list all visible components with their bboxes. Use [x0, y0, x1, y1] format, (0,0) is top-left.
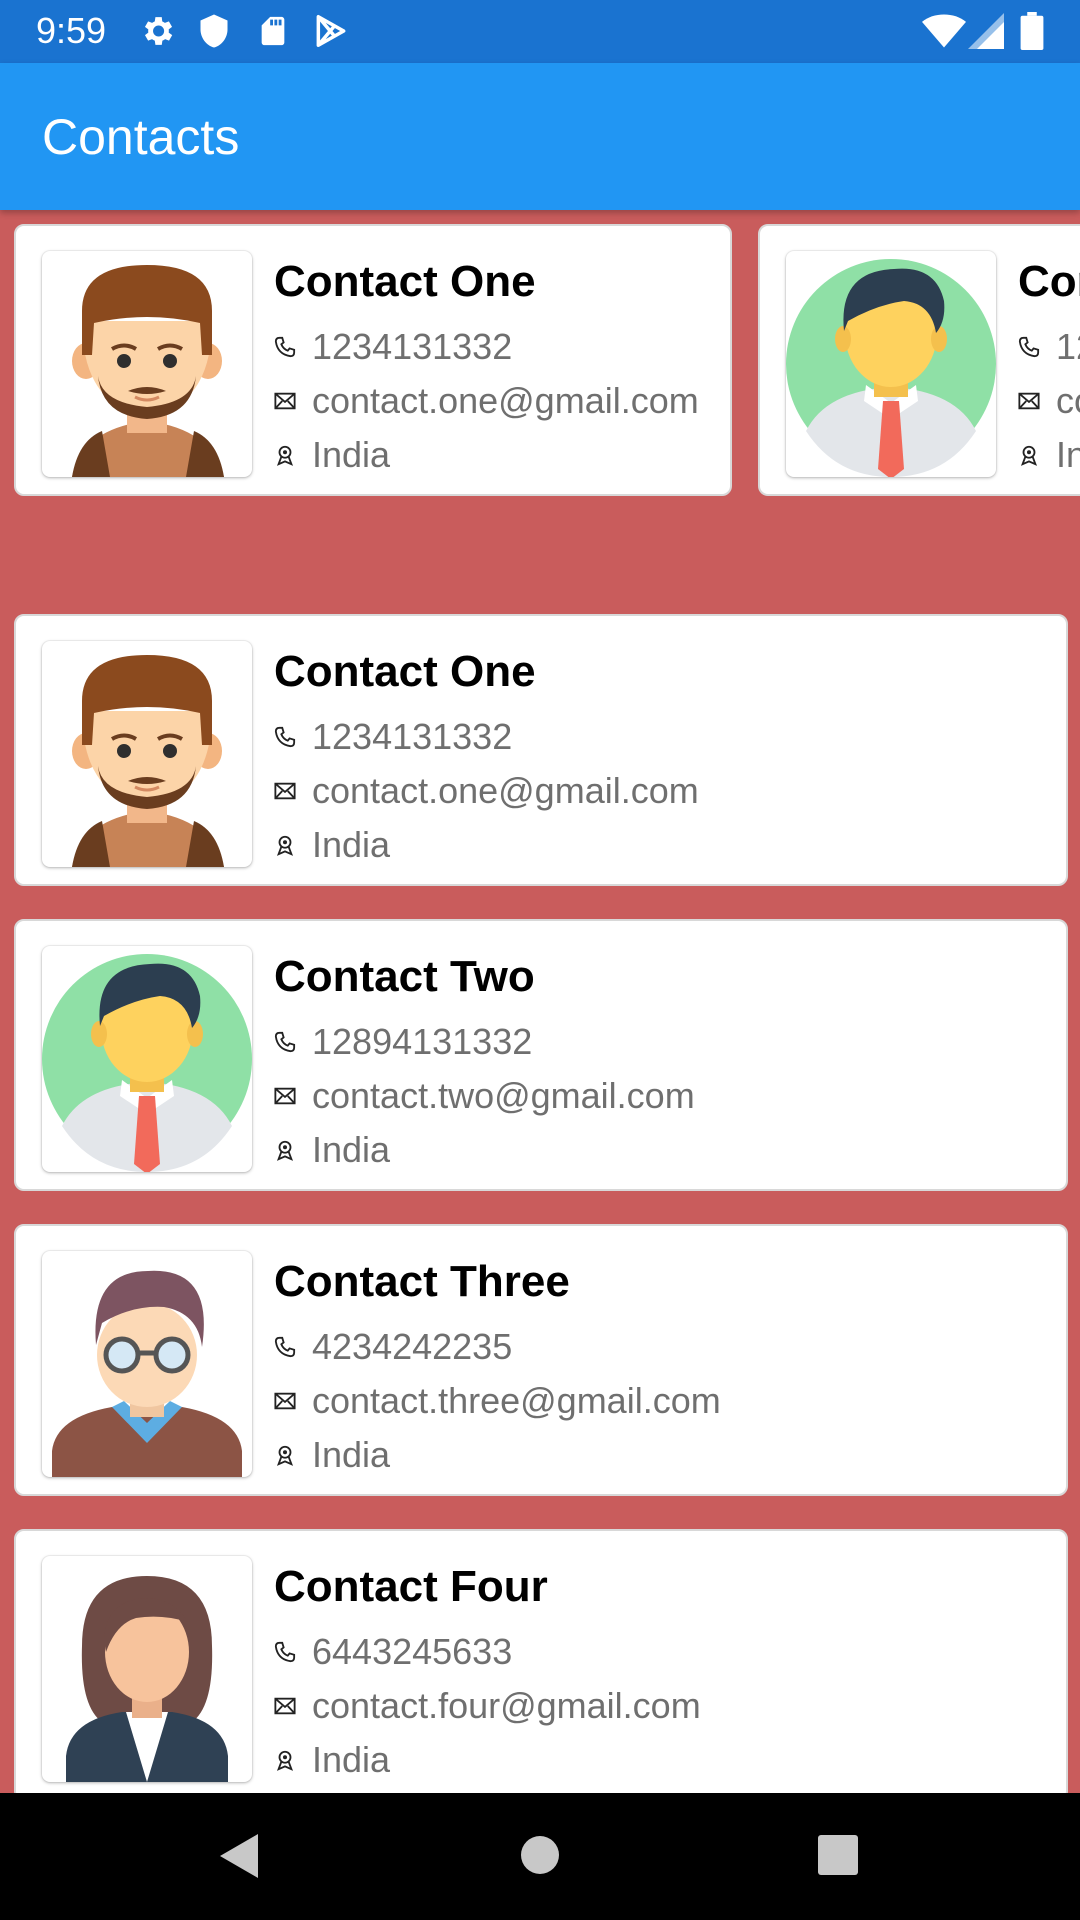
phone-number: 1234131332	[312, 326, 513, 367]
location-pin-icon	[276, 445, 294, 466]
email-address: contact.one@gmail.com	[312, 770, 699, 811]
location: India	[312, 434, 391, 475]
contact-card[interactable]: Contact Two 12894131332 contact.two@gmai…	[14, 919, 1068, 1191]
shield-icon	[200, 14, 228, 48]
location-pin-icon	[276, 835, 294, 856]
sd-card-icon	[261, 16, 285, 46]
location-pin-icon	[276, 1140, 294, 1161]
email-address: contact.four@gmail.com	[312, 1685, 701, 1726]
location: India	[312, 1739, 391, 1780]
contact-card[interactable]: Contact One 1234131332 contact.one@gmail…	[14, 614, 1068, 886]
status-time: 9:59	[36, 10, 107, 51]
carousel-card[interactable]: Contact One 1234131332 contact.one@gmail…	[14, 224, 732, 496]
recents-button[interactable]	[818, 1835, 858, 1875]
carousel-card[interactable]: Contact Two 12894131332 contact.two@gmai…	[758, 224, 1080, 496]
contact-name: Contact Four	[274, 1562, 548, 1611]
location: India	[312, 1129, 391, 1170]
avatar	[42, 946, 252, 1172]
location-pin-icon	[276, 1750, 294, 1771]
phone-icon	[274, 1031, 296, 1053]
wifi-icon	[922, 14, 966, 48]
phone-number: 4234242235	[312, 1326, 513, 1367]
contact-card[interactable]: Contact Four 6443245633 contact.four@gma…	[14, 1529, 1068, 1793]
woman-avatar	[66, 1576, 228, 1782]
back-button[interactable]	[216, 1831, 260, 1881]
email-icon	[274, 782, 296, 800]
contact-list-screen: Contact One 1234131332 contact.one@gmail…	[0, 210, 1080, 1793]
gear-icon	[144, 17, 173, 45]
avatar	[42, 251, 252, 477]
play-store-icon	[316, 15, 346, 47]
phone-icon	[274, 1336, 296, 1358]
navigation-bar	[0, 1793, 1080, 1920]
email-icon	[274, 1087, 296, 1105]
man-glasses-avatar	[42, 1251, 252, 1477]
man-beard-avatar	[70, 653, 226, 867]
email-icon	[274, 1392, 296, 1410]
location: India	[312, 824, 391, 865]
phone-number: 12894131332	[1056, 326, 1080, 367]
phone-number: 12894131332	[312, 1021, 533, 1062]
avatar	[42, 641, 252, 867]
phone-number: 1234131332	[312, 716, 513, 757]
man-tie-avatar	[42, 954, 252, 1172]
contact-name: Contact Three	[274, 1257, 570, 1306]
phone-icon	[274, 1641, 296, 1663]
man-tie-avatar	[786, 259, 996, 477]
signal-icon	[968, 13, 1004, 49]
email-icon	[274, 392, 296, 410]
contact-card[interactable]: Contact Three 4234242235 contact.three@g…	[14, 1224, 1068, 1496]
man-beard-avatar	[70, 263, 226, 477]
email-address: contact.two@gmail.com	[312, 1075, 695, 1116]
location-pin-icon	[276, 1445, 294, 1466]
home-button[interactable]	[520, 1835, 560, 1875]
phone-icon	[1018, 336, 1040, 358]
avatar	[786, 251, 996, 477]
email-icon	[1018, 392, 1040, 410]
contact-name: Contact Two	[1018, 257, 1080, 306]
status-bar: 9:59	[0, 0, 1080, 63]
avatar	[42, 1556, 252, 1782]
contact-name: Contact One	[274, 257, 536, 306]
contact-name: Contact Two	[274, 952, 535, 1001]
email-address: contact.two@gmail.com	[1056, 380, 1080, 421]
location: India	[312, 1434, 391, 1475]
avatar	[42, 1251, 252, 1477]
location-pin-icon	[1020, 445, 1038, 466]
app-bar: Contacts	[0, 63, 1080, 210]
phone-number: 6443245633	[312, 1631, 513, 1672]
phone-icon	[274, 336, 296, 358]
app-title: Contacts	[42, 109, 240, 165]
email-address: contact.one@gmail.com	[312, 380, 699, 421]
location: India	[1056, 434, 1080, 475]
email-address: contact.three@gmail.com	[312, 1380, 721, 1421]
email-icon	[274, 1697, 296, 1715]
contact-name: Contact One	[274, 647, 536, 696]
phone-icon	[274, 726, 296, 748]
battery-icon	[1020, 12, 1044, 50]
